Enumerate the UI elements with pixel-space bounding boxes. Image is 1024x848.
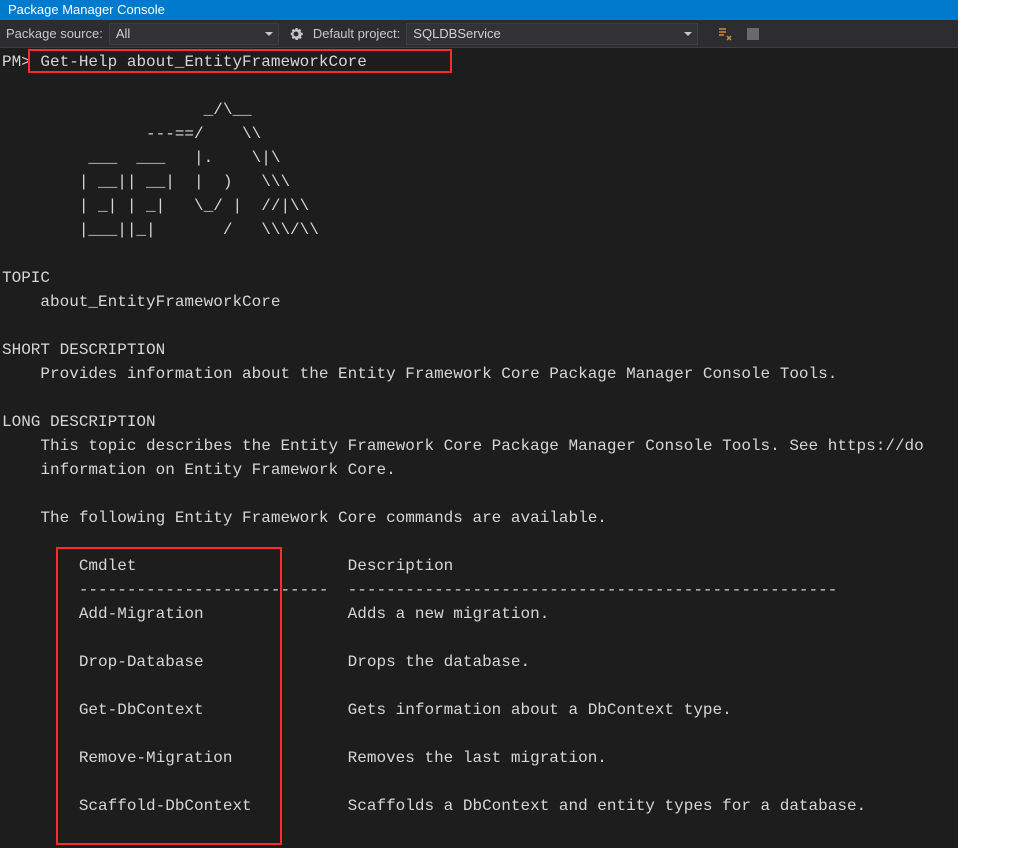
cmdlet-header: Cmdlet Description (2, 557, 453, 575)
cmdlet-divider: -------------------------- -------------… (2, 581, 837, 599)
right-margin (958, 0, 1024, 848)
toolbar: Package source: All Default project: SQL… (0, 20, 1024, 48)
cmd-row-2: Get-DbContext Gets information about a D… (2, 701, 732, 719)
default-project-dropdown[interactable]: SQLDBService (406, 23, 698, 45)
gear-icon (288, 26, 304, 42)
package-source-value: All (116, 26, 130, 41)
cmd-row-0: Add-Migration Adds a new migration. (2, 605, 549, 623)
command-text: Get-Help about_EntityFrameworkCore (40, 53, 366, 71)
stop-button[interactable] (742, 23, 764, 45)
short-desc-header: SHORT DESCRIPTION (2, 341, 165, 359)
stop-icon (747, 28, 759, 40)
settings-button[interactable] (285, 23, 307, 45)
cmd-row-4: Scaffold-DbContext Scaffolds a DbContext… (2, 797, 866, 815)
long-desc-p1: This topic describes the Entity Framewor… (2, 437, 924, 455)
prompt: PM> (2, 53, 31, 71)
long-desc-p3: The following Entity Framework Core comm… (2, 509, 607, 527)
clear-console-button[interactable] (714, 23, 736, 45)
clear-icon (717, 26, 733, 42)
default-project-label: Default project: (313, 26, 400, 41)
long-desc-p2: information on Entity Framework Core. (2, 461, 396, 479)
package-source-label: Package source: (6, 26, 103, 41)
long-desc-header: LONG DESCRIPTION (2, 413, 156, 431)
topic-header: TOPIC (2, 269, 50, 287)
window-title: Package Manager Console (8, 2, 165, 17)
topic-value: about_EntityFrameworkCore (2, 293, 280, 311)
console-output[interactable]: PM> Get-Help about_EntityFrameworkCore _… (0, 48, 1024, 848)
cmd-row-3: Remove-Migration Removes the last migrat… (2, 749, 607, 767)
cmd-row-1: Drop-Database Drops the database. (2, 653, 530, 671)
short-desc-value: Provides information about the Entity Fr… (2, 365, 837, 383)
package-source-dropdown[interactable]: All (109, 23, 279, 45)
title-bar: Package Manager Console (0, 0, 1024, 20)
ascii-art: _/\__ ---==/ \\ ___ ___ |. \|\ | __|| __… (2, 101, 319, 239)
default-project-value: SQLDBService (413, 26, 500, 41)
